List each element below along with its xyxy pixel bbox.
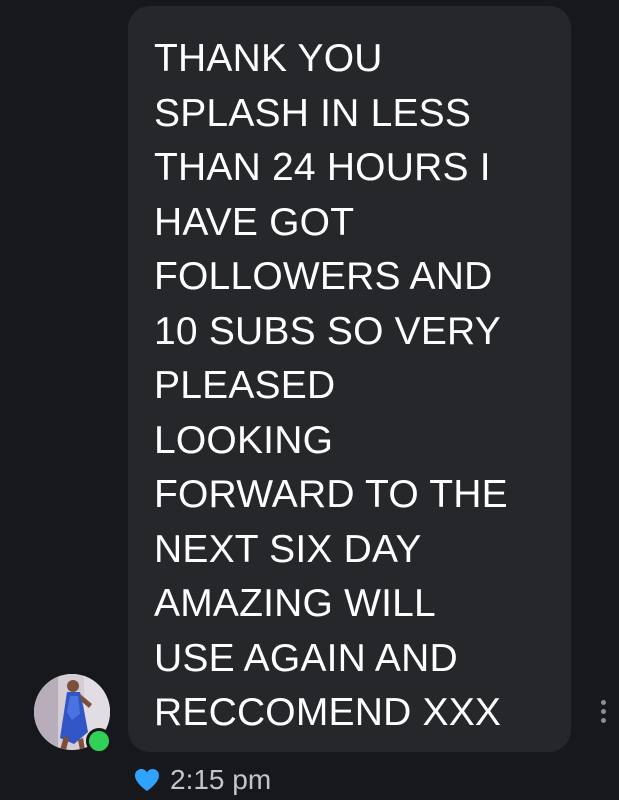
heart-icon[interactable] bbox=[134, 768, 160, 792]
message-timestamp: 2:15 pm bbox=[170, 764, 272, 795]
message-meta: 2:15 pm bbox=[134, 762, 271, 798]
message-text: THANK YOU SPLASH IN LESS THAN 24 HOURS I… bbox=[154, 37, 508, 734]
online-status-dot bbox=[86, 728, 112, 754]
more-options-icon[interactable] bbox=[596, 700, 610, 730]
message-bubble[interactable]: THANK YOU SPLASH IN LESS THAN 24 HOURS I… bbox=[128, 6, 571, 752]
